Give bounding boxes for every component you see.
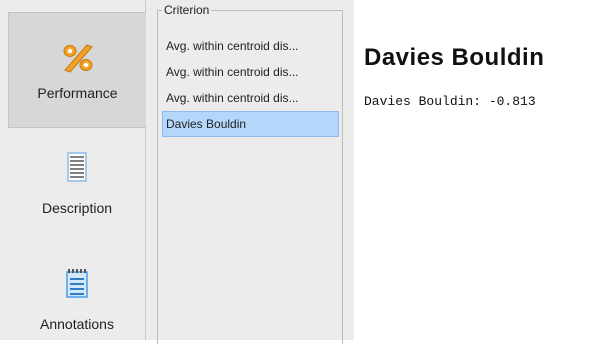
list-item[interactable]: Avg. within centroid dis... (162, 59, 339, 85)
view-sidebar: Performance Description Annotations (0, 0, 146, 340)
criterion-list[interactable]: Avg. within centroid dis... Avg. within … (162, 33, 339, 137)
list-item-selected[interactable]: Davies Bouldin (162, 111, 339, 137)
sidebar-item-label: Annotations (40, 316, 114, 332)
sidebar-item-performance[interactable]: Performance (8, 12, 146, 128)
criterion-value: Davies Bouldin: -0.813 (364, 94, 536, 109)
sidebar-item-label: Description (41, 200, 113, 216)
notepad-icon (63, 268, 91, 303)
list-item[interactable]: Avg. within centroid dis... (162, 33, 339, 59)
percent-icon (61, 43, 95, 78)
criterion-legend: Criterion (164, 3, 210, 17)
sidebar-item-label: Performance (37, 85, 118, 101)
sidebar-item-description[interactable]: Description (8, 128, 146, 244)
document-icon (67, 152, 87, 187)
sidebar-item-annotations[interactable]: Annotations (8, 244, 146, 360)
page-title: Davies Bouldin (364, 44, 545, 71)
criterion-panel: Criterion Avg. within centroid dis... Av… (146, 0, 354, 344)
result-view: Davies Bouldin Davies Bouldin: -0.813 (354, 0, 610, 340)
list-item[interactable]: Avg. within centroid dis... (162, 85, 339, 111)
criterion-group: Criterion Avg. within centroid dis... Av… (157, 4, 343, 344)
